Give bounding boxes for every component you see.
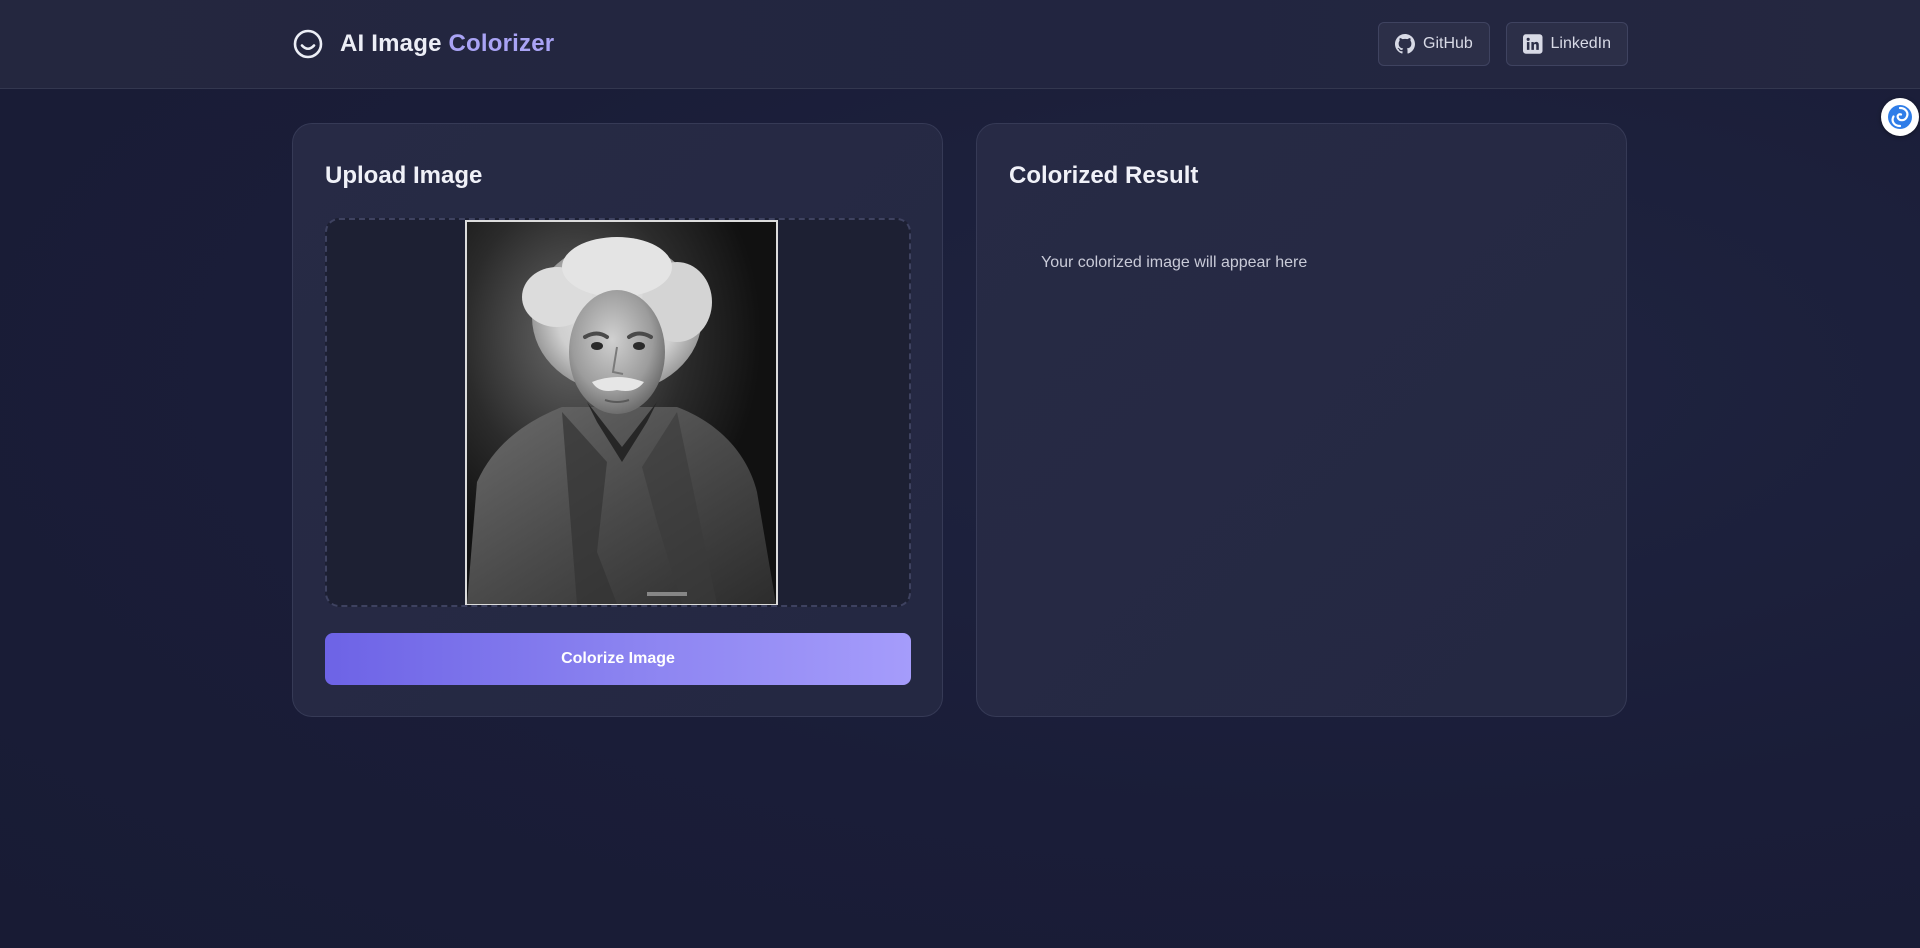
linkedin-link-button[interactable]: LinkedIn — [1506, 22, 1628, 66]
linkedin-icon — [1523, 34, 1543, 54]
github-label: GitHub — [1423, 35, 1473, 52]
swirl-icon — [1888, 105, 1912, 129]
upload-panel-title: Upload Image — [325, 162, 483, 189]
uploaded-image-preview — [465, 220, 778, 605]
colorize-image-button[interactable]: Colorize Image — [325, 633, 911, 685]
smile-icon — [292, 28, 324, 60]
brand: AI Image Colorizer — [292, 28, 554, 60]
upload-panel: Upload Image Colorize Image — [292, 123, 943, 717]
app-header: AI Image Colorizer GitHub LinkedIn — [0, 0, 1920, 89]
github-link-button[interactable]: GitHub — [1378, 22, 1490, 66]
app-title-accent: Colorizer — [448, 30, 555, 57]
result-placeholder-text: Your colorized image will appear here — [1041, 254, 1308, 271]
linkedin-label: LinkedIn — [1550, 35, 1612, 52]
github-icon — [1395, 34, 1415, 54]
app-title-main: AI Image — [340, 30, 442, 57]
result-panel-title: Colorized Result — [1009, 162, 1199, 189]
app-title: AI Image Colorizer — [340, 30, 554, 58]
result-panel: Colorized Result Your colorized image wi… — [976, 123, 1627, 717]
upload-dropzone[interactable] — [325, 218, 911, 607]
extension-badge[interactable] — [1881, 98, 1919, 136]
